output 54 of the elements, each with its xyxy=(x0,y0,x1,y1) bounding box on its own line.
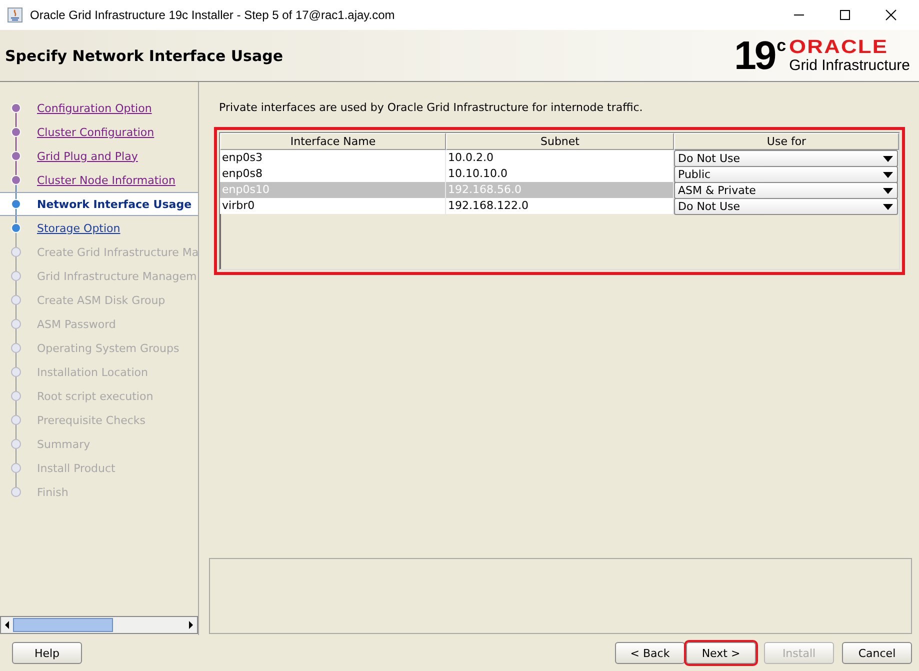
step-item[interactable]: Cluster Node Information xyxy=(0,168,198,192)
step-item: Create Grid Infrastructure Ma xyxy=(0,240,198,264)
step-item: Create ASM Disk Group xyxy=(0,288,198,312)
version-logo: 19$^{c}$ xyxy=(734,36,784,76)
step-dot-icon xyxy=(10,432,22,456)
product-name: Grid Infrastructure xyxy=(789,56,910,74)
nav-button[interactable]: < Back xyxy=(615,642,685,664)
step-dot-icon xyxy=(10,336,22,360)
step-item: Install Product xyxy=(0,456,198,480)
step-item: Root script execution xyxy=(0,384,198,408)
step-item[interactable]: Storage Option xyxy=(0,216,198,240)
step-item[interactable]: Grid Plug and Play xyxy=(0,144,198,168)
step-dot-icon xyxy=(10,193,22,215)
step-dot-icon xyxy=(10,216,22,240)
column-header[interactable]: Subnet xyxy=(446,133,674,150)
step-dot-icon xyxy=(10,144,22,168)
horizontal-scrollbar[interactable] xyxy=(0,616,198,634)
table-cell: virbr0 xyxy=(220,198,446,215)
step-item: Prerequisite Checks xyxy=(0,408,198,432)
page-title: Specify Network Interface Usage xyxy=(5,46,284,64)
step-item[interactable]: Configuration Option xyxy=(0,96,198,120)
use-for-dropdown[interactable]: ASM & Private xyxy=(674,182,898,199)
step-dot-icon xyxy=(10,288,22,312)
description-text: Private interfaces are used by Oracle Grid Infrastructure for internode traffic. xyxy=(219,101,644,114)
step-item: Installation Location xyxy=(0,360,198,384)
close-icon[interactable] xyxy=(885,9,897,21)
step-item: ASM Password xyxy=(0,312,198,336)
maximize-icon[interactable] xyxy=(839,9,851,21)
use-for-dropdown[interactable]: Do Not Use xyxy=(674,150,898,167)
use-for-dropdown[interactable]: Do Not Use xyxy=(674,198,898,215)
step-dot-icon xyxy=(10,312,22,336)
step-dot-icon xyxy=(10,168,22,192)
nav-button[interactable]: Next > xyxy=(686,642,756,664)
use-for-dropdown[interactable]: Public xyxy=(674,166,898,183)
current-step[interactable]: Network Interface Usage xyxy=(0,192,198,216)
brand-logo: ORACLE xyxy=(789,38,890,56)
step-dot-icon xyxy=(10,384,22,408)
help-button[interactable]: Help xyxy=(12,642,82,664)
step-dot-icon xyxy=(10,456,22,480)
step-item[interactable]: Cluster Configuration xyxy=(0,120,198,144)
step-dot-icon xyxy=(10,120,22,144)
window-title: Oracle Grid Infrastructure 19c Installer - Step 5 of 17@rac1.ajay.com xyxy=(30,8,396,22)
column-header[interactable]: Use for xyxy=(674,133,899,150)
step-dot-icon xyxy=(10,264,22,288)
cancel-button[interactable]: Cancel xyxy=(842,642,912,664)
java-icon xyxy=(7,7,23,23)
step-item: Grid Infrastructure Managem xyxy=(0,264,198,288)
step-item: Operating System Groups xyxy=(0,336,198,360)
step-item: Finish xyxy=(0,480,198,504)
step-dot-icon xyxy=(10,408,22,432)
column-header[interactable]: Interface Name xyxy=(220,133,446,150)
step-dot-icon xyxy=(10,240,22,264)
step-item: Summary xyxy=(0,432,198,456)
step-dot-icon xyxy=(10,360,22,384)
